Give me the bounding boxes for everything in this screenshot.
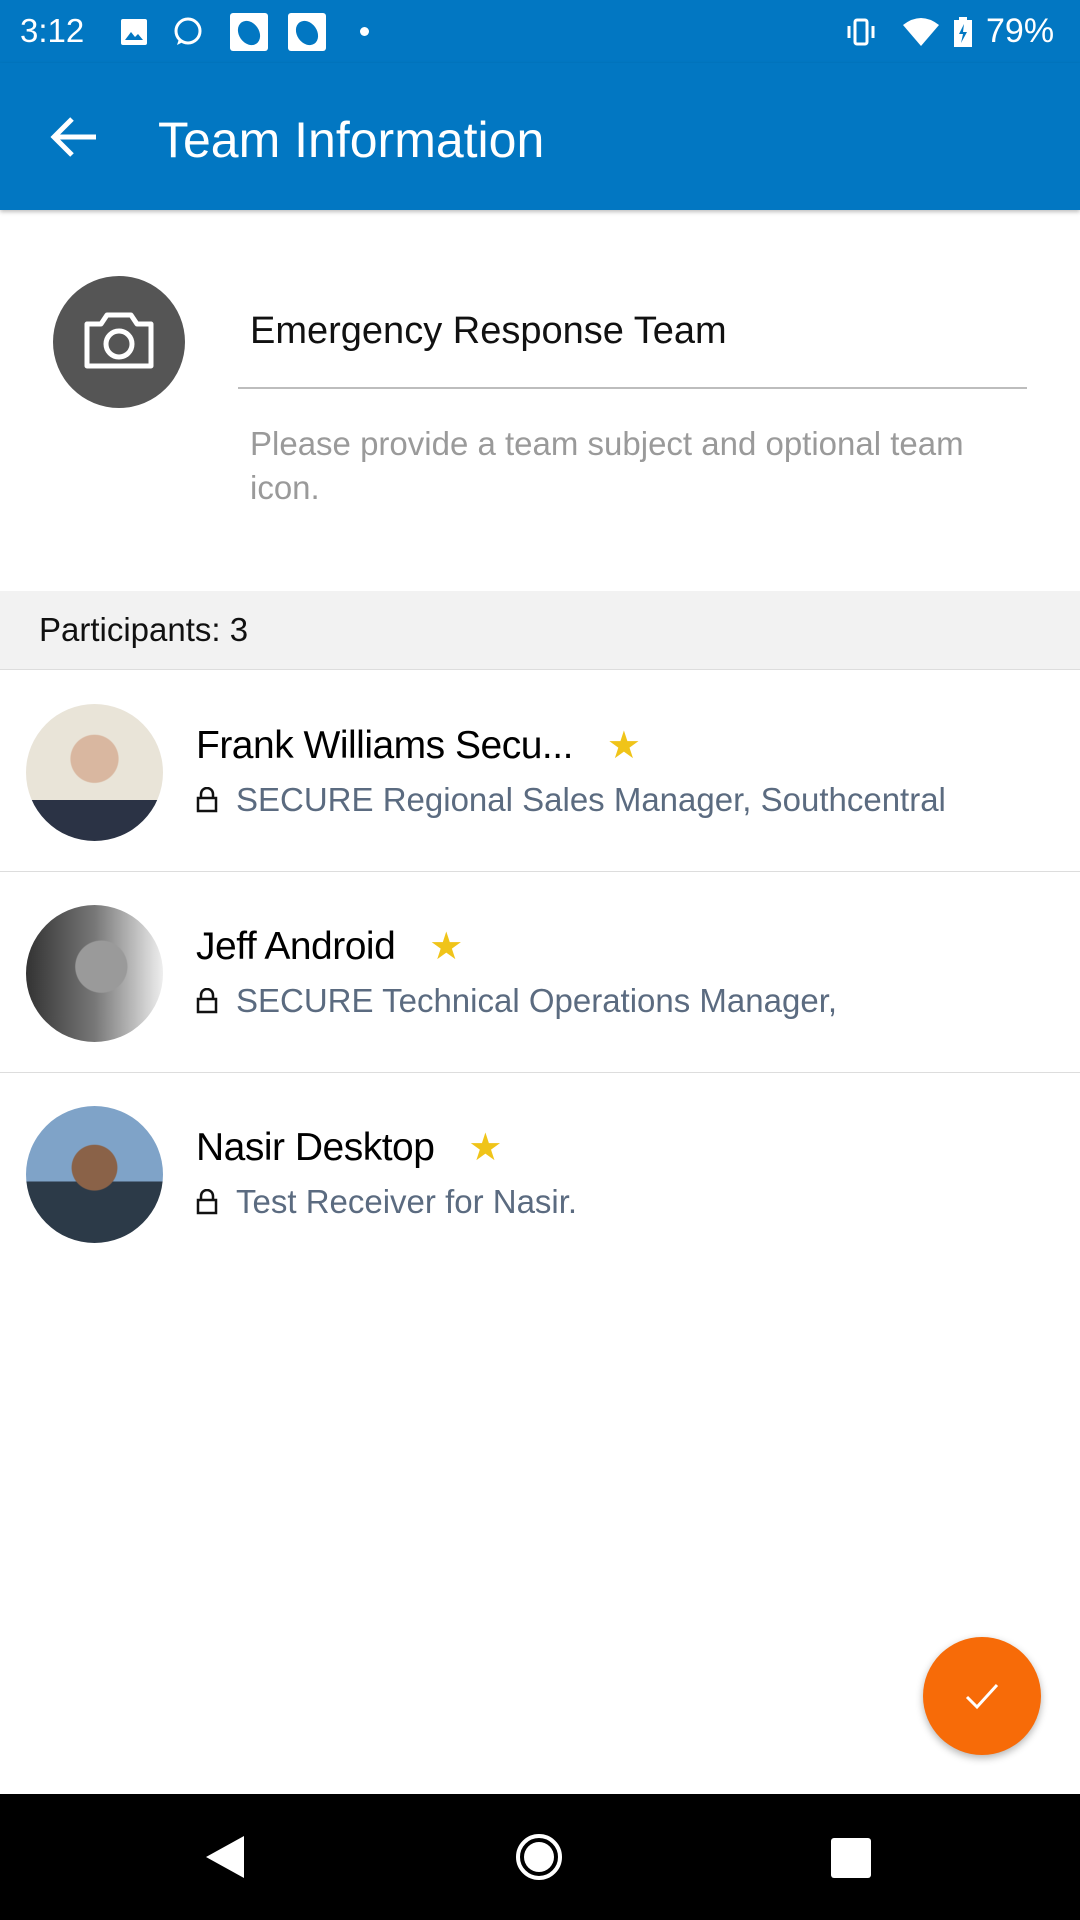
- participant-subtitle: Test Receiver for Nasir.: [196, 1183, 577, 1221]
- participant-subtitle: SECURE Regional Sales Manager, Southcent…: [196, 781, 946, 819]
- status-bar: 3:12 79%: [0, 0, 1080, 63]
- whatsapp-icon: [174, 17, 202, 45]
- app-icon: [288, 13, 326, 51]
- battery-charging-icon: [954, 17, 972, 47]
- wifi-icon: [903, 18, 939, 46]
- input-underline: [238, 387, 1027, 389]
- dot-icon: [360, 27, 369, 36]
- image-icon: [121, 19, 147, 45]
- participant-name: Frank Williams Secu... ★: [196, 724, 641, 767]
- avatar: [26, 905, 163, 1042]
- participant-row[interactable]: Frank Williams Secu... ★ SECURE Regional …: [0, 671, 1080, 872]
- camera-icon: [84, 312, 154, 369]
- lock-icon: [196, 988, 218, 1014]
- page-title: Team Information: [158, 112, 545, 168]
- star-icon: ★: [606, 725, 641, 767]
- participants-count: Participants: 3: [39, 611, 249, 648]
- battery-percent: 79%: [986, 12, 1055, 50]
- helper-text: Please provide a team subject and option…: [250, 425, 964, 506]
- status-time: 3:12: [20, 12, 85, 49]
- team-icon-button[interactable]: [53, 276, 185, 408]
- app-bar: Team Information: [0, 63, 1080, 210]
- lock-icon: [196, 1189, 218, 1215]
- check-icon: [965, 1683, 999, 1710]
- participant-row[interactable]: Nasir Desktop ★ Test Receiver for Nasir.: [0, 1073, 1080, 1274]
- team-subject-input[interactable]: Emergency Response Team: [250, 310, 727, 353]
- participant-row[interactable]: Jeff Android ★ SECURE Technical Operation…: [0, 872, 1080, 1073]
- participant-name: Jeff Android ★: [196, 925, 463, 968]
- home-nav-button[interactable]: [514, 1832, 564, 1882]
- avatar: [26, 1106, 163, 1243]
- vibrate-icon: [847, 18, 875, 46]
- back-nav-button[interactable]: [204, 1834, 246, 1880]
- participants-header: Participants: 3: [0, 591, 1080, 670]
- confirm-button[interactable]: [923, 1637, 1041, 1755]
- app-icon: [230, 13, 268, 51]
- participant-subtitle: SECURE Technical Operations Manager,: [196, 982, 837, 1020]
- back-button[interactable]: [48, 115, 98, 159]
- navigation-bar: [0, 1794, 1080, 1920]
- recents-nav-button[interactable]: [831, 1838, 871, 1878]
- participant-name: Nasir Desktop ★: [196, 1126, 502, 1169]
- star-icon: ★: [429, 926, 463, 968]
- lock-icon: [196, 787, 218, 813]
- star-icon: ★: [468, 1127, 502, 1169]
- avatar: [26, 704, 163, 841]
